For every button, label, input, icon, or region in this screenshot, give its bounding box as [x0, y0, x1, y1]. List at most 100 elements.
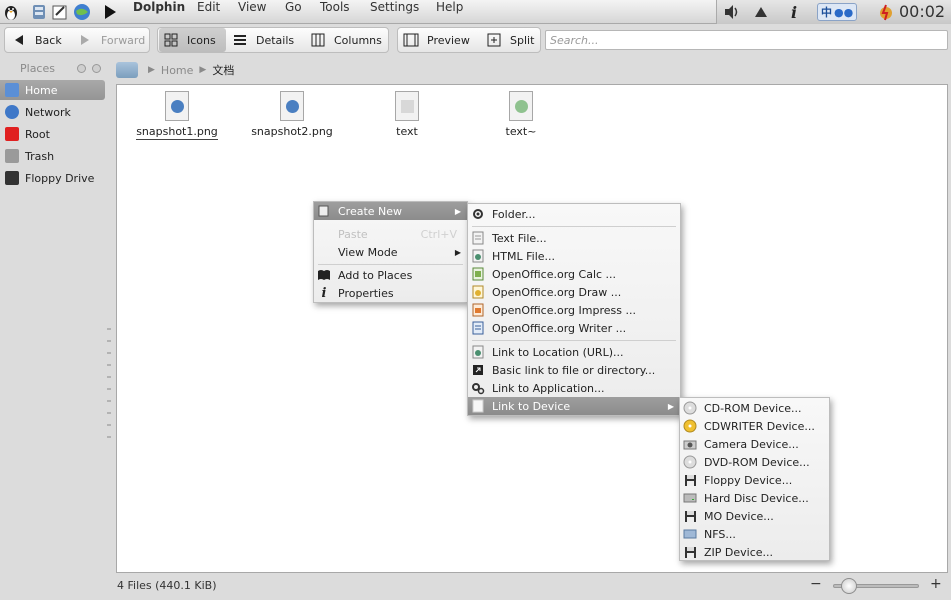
menu-device-zip[interactable]: ZIP Device...: [680, 543, 829, 561]
menu-basic-link[interactable]: Basic link to file or directory...: [468, 361, 680, 379]
preview-label: Preview: [427, 33, 470, 47]
breadcrumb-current[interactable]: 文档: [212, 62, 234, 78]
file-item[interactable]: text~: [466, 91, 576, 138]
details-view-button[interactable]: Details: [228, 28, 302, 52]
preview-film-icon: [403, 32, 419, 48]
info-icon[interactable]: i: [785, 3, 803, 22]
place-home[interactable]: Home: [0, 80, 105, 100]
breadcrumb-home[interactable]: Home: [161, 64, 193, 77]
shortcut-link-icon: [471, 363, 485, 377]
tux-icon[interactable]: [2, 3, 20, 21]
menu-link-device[interactable]: Link to Device ▶: [468, 397, 680, 415]
back-button[interactable]: Back: [7, 28, 69, 52]
place-root[interactable]: Root: [0, 124, 105, 144]
menu-paste[interactable]: Paste Ctrl+V: [314, 225, 467, 243]
menu-edit[interactable]: Edit: [197, 0, 220, 14]
place-floppy[interactable]: Floppy Drive: [0, 168, 105, 188]
panel-close-button[interactable]: [92, 64, 101, 73]
file-name: snapshot2.png: [251, 125, 333, 138]
navigation-group: Back Forward: [4, 27, 150, 53]
file-item[interactable]: snapshot1.png: [122, 91, 232, 140]
browser-icon[interactable]: [73, 3, 91, 21]
zoom-in-button[interactable]: +: [930, 576, 942, 592]
input-method-icon[interactable]: 中 ●●: [817, 3, 857, 21]
menu-settings[interactable]: Settings: [370, 0, 419, 14]
file-item[interactable]: snapshot2.png: [237, 91, 347, 138]
top-panel: Dolphin Edit View Go Tools Settings Help…: [0, 0, 951, 24]
menu-new-html-file[interactable]: HTML File...: [468, 247, 680, 265]
menu-device-camera[interactable]: Camera Device...: [680, 435, 829, 453]
chevron-right-icon: ▶: [148, 65, 155, 75]
cdwriter-icon: [683, 419, 697, 433]
menu-add-to-places[interactable]: Add to Places: [314, 266, 467, 284]
breadcrumb: ▶ Home ▶ 文档: [116, 58, 234, 82]
menu-label: OpenOffice.org Calc ...: [492, 267, 617, 281]
menu-label: HTML File...: [492, 249, 556, 263]
place-network[interactable]: Network: [0, 102, 105, 122]
menu-label: Link to Location (URL)...: [492, 345, 624, 359]
harddisk-icon: [683, 491, 697, 505]
play-icon[interactable]: [101, 3, 119, 21]
editor-icon[interactable]: [51, 3, 69, 21]
menu-new-folder[interactable]: Folder...: [468, 205, 680, 223]
menu-device-dvdrom[interactable]: DVD-ROM Device...: [680, 453, 829, 471]
menu-device-cdwriter[interactable]: CDWRITER Device...: [680, 417, 829, 435]
menu-create-new[interactable]: Create New ▶: [314, 202, 467, 220]
menu-new-impress[interactable]: OpenOffice.org Impress ...: [468, 301, 680, 319]
forward-button[interactable]: Forward: [73, 28, 149, 52]
menu-device-nfs[interactable]: NFS...: [680, 525, 829, 543]
volume-icon[interactable]: [723, 3, 741, 21]
forward-label: Forward: [101, 33, 146, 47]
menu-properties[interactable]: i Properties: [314, 284, 467, 302]
menu-new-writer[interactable]: OpenOffice.org Writer ...: [468, 319, 680, 337]
file-item[interactable]: text: [352, 91, 462, 138]
menu-link-url[interactable]: Link to Location (URL)...: [468, 343, 680, 361]
columns-icon: [310, 32, 326, 48]
png-image-icon: [280, 91, 304, 121]
menu-device-harddisc[interactable]: Hard Disc Device...: [680, 489, 829, 507]
columns-view-button[interactable]: Columns: [306, 28, 388, 52]
search-input[interactable]: [545, 30, 948, 50]
menu-new-calc[interactable]: OpenOffice.org Calc ...: [468, 265, 680, 283]
menu-go[interactable]: Go: [285, 0, 302, 14]
menu-separator: [318, 264, 463, 265]
menu-link-application[interactable]: Link to Application...: [468, 379, 680, 397]
file-manager-icon[interactable]: [30, 3, 48, 21]
panel-resize-handle[interactable]: [107, 328, 111, 438]
menu-view[interactable]: View: [238, 0, 266, 14]
menu-help[interactable]: Help: [436, 0, 463, 14]
details-list-icon: [232, 32, 248, 48]
dvd-icon: [683, 455, 697, 469]
menu-new-draw[interactable]: OpenOffice.org Draw ...: [468, 283, 680, 301]
zoom-slider-handle[interactable]: [841, 578, 857, 594]
menu-device-mo[interactable]: MO Device...: [680, 507, 829, 525]
place-trash[interactable]: Trash: [0, 146, 105, 166]
menu-view-mode[interactable]: View Mode ▶: [314, 243, 467, 261]
presentation-icon: [471, 303, 485, 317]
menu-new-text-file[interactable]: Text File...: [468, 229, 680, 247]
network-icon[interactable]: [752, 3, 770, 21]
menu-label: Basic link to file or directory...: [492, 363, 656, 377]
menu-label: NFS...: [704, 527, 736, 541]
preview-button[interactable]: Preview: [399, 28, 479, 52]
split-icon: [486, 32, 502, 48]
blank-file-icon: [471, 399, 485, 413]
context-menu: Create New ▶ Paste Ctrl+V View Mode ▶ Ad…: [313, 201, 468, 303]
clock: 00:02: [899, 2, 946, 21]
view-mode-group: Icons Details Columns: [157, 27, 389, 53]
root-folder-icon[interactable]: [116, 62, 138, 78]
camera-icon: [683, 437, 697, 451]
submenu-arrow-icon: ▶: [667, 401, 674, 411]
menu-device-floppy[interactable]: Floppy Device...: [680, 471, 829, 489]
menu-tools[interactable]: Tools: [320, 0, 350, 14]
menu-label: Folder...: [492, 207, 536, 221]
split-button[interactable]: Split: [482, 28, 540, 52]
icons-view-button[interactable]: Icons: [159, 28, 226, 52]
power-icon[interactable]: [877, 3, 895, 21]
icons-label: Icons: [187, 33, 216, 47]
panel-float-button[interactable]: [77, 64, 86, 73]
menu-device-cdrom[interactable]: CD-ROM Device...: [680, 399, 829, 417]
zoom-out-button[interactable]: −: [810, 576, 822, 592]
menu-label: Link to Device: [492, 399, 571, 413]
place-label: Network: [25, 105, 71, 119]
